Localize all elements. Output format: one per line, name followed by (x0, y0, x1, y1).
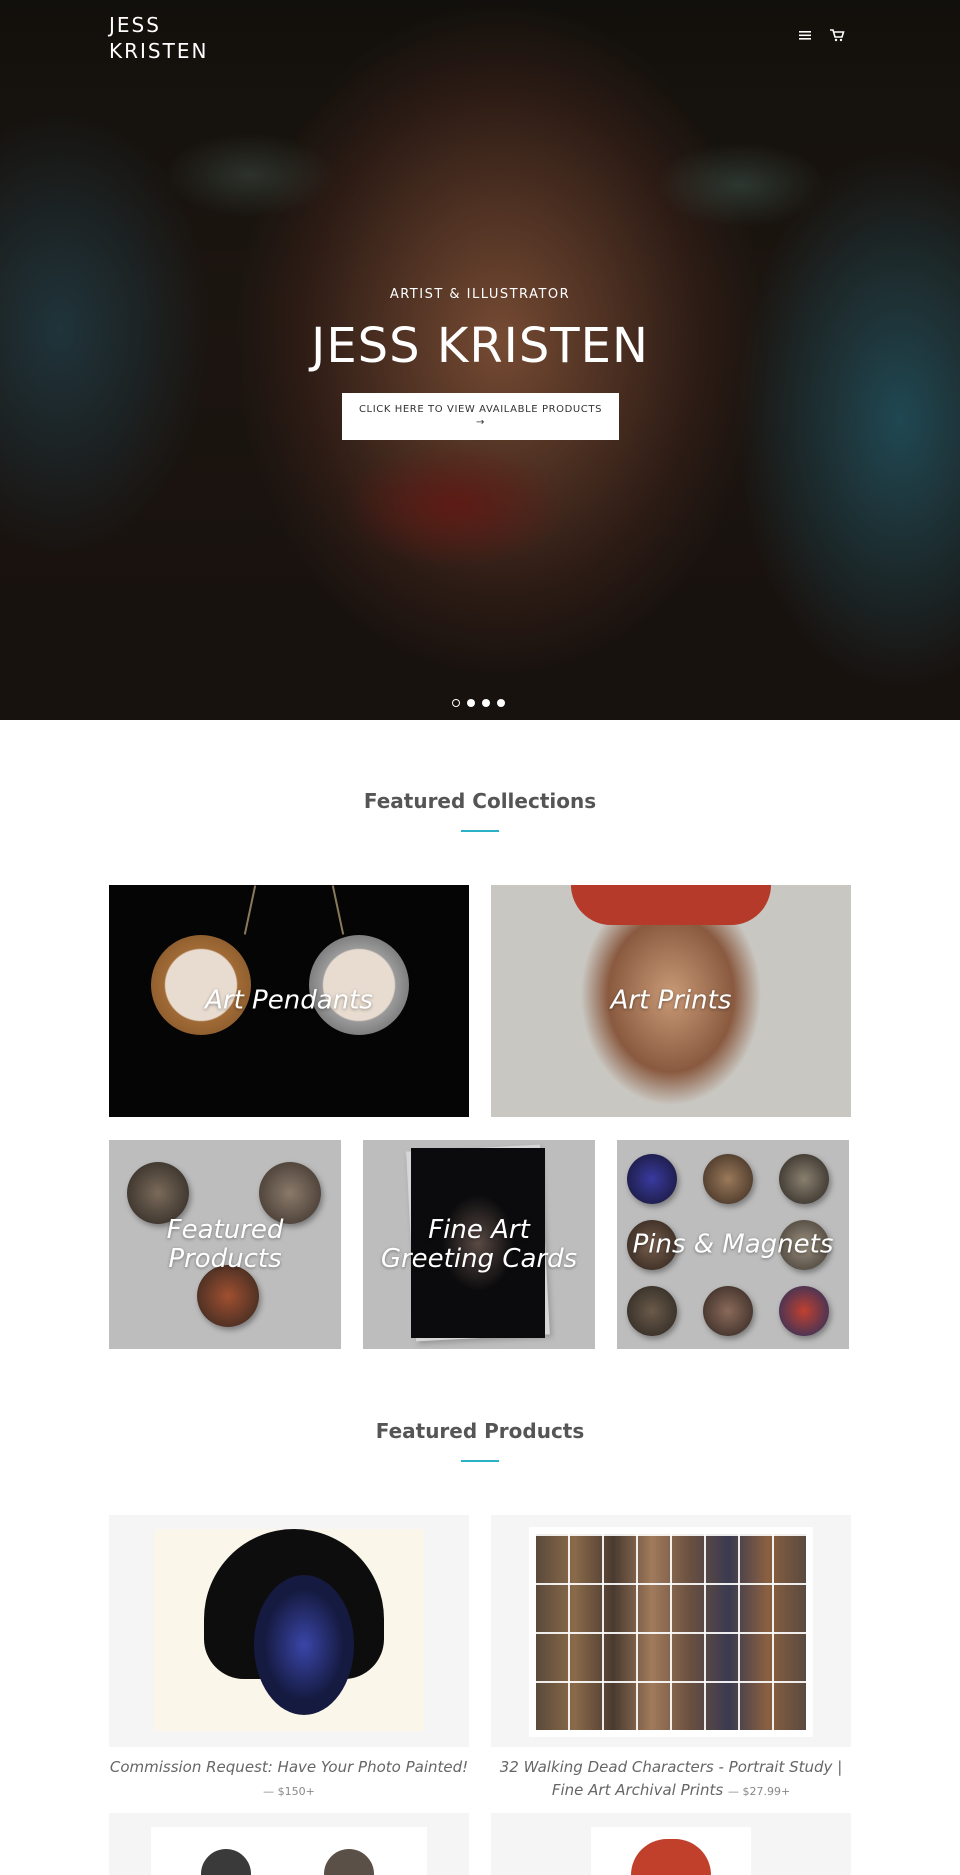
collection-label: Fine Art Greeting Cards (380, 1214, 578, 1274)
collection-featured-products[interactable]: Featured Products (109, 1140, 341, 1349)
collection-label: Featured Products (166, 1214, 284, 1274)
slide-dots (452, 699, 505, 707)
logo-line-1: JESS (109, 13, 161, 37)
slide-dot-4[interactable] (497, 699, 505, 707)
featured-products-heading: Featured Products (375, 1419, 585, 1443)
button-label: CLICK HERE TO VIEW AVAILABLE PRODUCTS (358, 404, 603, 415)
collection-greeting-cards[interactable]: Fine Art Greeting Cards (363, 1140, 595, 1349)
product-price: — $150+ (263, 1785, 315, 1798)
product-image-red-cap[interactable] (491, 1813, 851, 1875)
face-image (254, 1575, 354, 1715)
hero-slideshow: JESS KRISTEN ARTIST & ILLUSTRATOR JESS K… (0, 0, 960, 720)
pin-image (703, 1154, 753, 1204)
menu-icon[interactable] (796, 26, 814, 44)
slide-dot-1[interactable] (452, 699, 460, 707)
pin-image (627, 1154, 677, 1204)
hero-subtitle: ARTIST & ILLUSTRATOR (389, 287, 571, 302)
pin-image (627, 1286, 677, 1336)
product-image-pins[interactable] (109, 1813, 469, 1875)
hero-title: JESS KRISTEN (311, 318, 649, 374)
featured-collections-heading: Featured Collections (363, 789, 597, 813)
collection-label: Art Pendants (205, 985, 373, 1016)
product-title-commission[interactable]: Commission Request: Have Your Photo Pain… (109, 1756, 469, 1803)
red-cap-image (571, 885, 771, 925)
slide-dot-2[interactable] (467, 699, 475, 707)
logo-line-2: KRISTEN (109, 39, 209, 63)
product-image-walking-dead[interactable] (491, 1515, 851, 1747)
header-icons (796, 26, 846, 44)
portrait-grid-image (536, 1534, 806, 1730)
pendant-chain (243, 885, 257, 935)
product-image-commission[interactable] (109, 1515, 469, 1747)
heading-underline (461, 1460, 499, 1462)
arrow-right-icon: → (476, 417, 485, 428)
cart-icon[interactable] (828, 26, 846, 44)
collection-art-pendants[interactable]: Art Pendants (109, 885, 469, 1117)
heading-underline (461, 830, 499, 832)
collection-art-prints[interactable]: Art Prints (491, 885, 851, 1117)
pin-image (703, 1286, 753, 1336)
pin-image (197, 1265, 259, 1327)
product-name: Commission Request: Have Your Photo Pain… (109, 1758, 469, 1776)
site-logo[interactable]: JESS KRISTEN (109, 12, 229, 64)
collection-label: Pins & Magnets (632, 1229, 834, 1259)
pin-image (779, 1286, 829, 1336)
pin-image (779, 1154, 829, 1204)
slide-dot-3[interactable] (482, 699, 490, 707)
collection-pins-magnets[interactable]: Pins & Magnets (617, 1140, 849, 1349)
product-title-walking-dead[interactable]: 32 Walking Dead Characters - Portrait St… (491, 1756, 851, 1803)
product-canvas (151, 1827, 427, 1875)
product-name: 32 Walking Dead Characters - Portrait St… (499, 1758, 843, 1799)
view-products-button[interactable]: CLICK HERE TO VIEW AVAILABLE PRODUCTS → (342, 393, 619, 440)
collection-label: Art Prints (610, 985, 732, 1016)
product-price: — $27.99+ (727, 1785, 791, 1798)
pendant-chain (331, 885, 345, 935)
